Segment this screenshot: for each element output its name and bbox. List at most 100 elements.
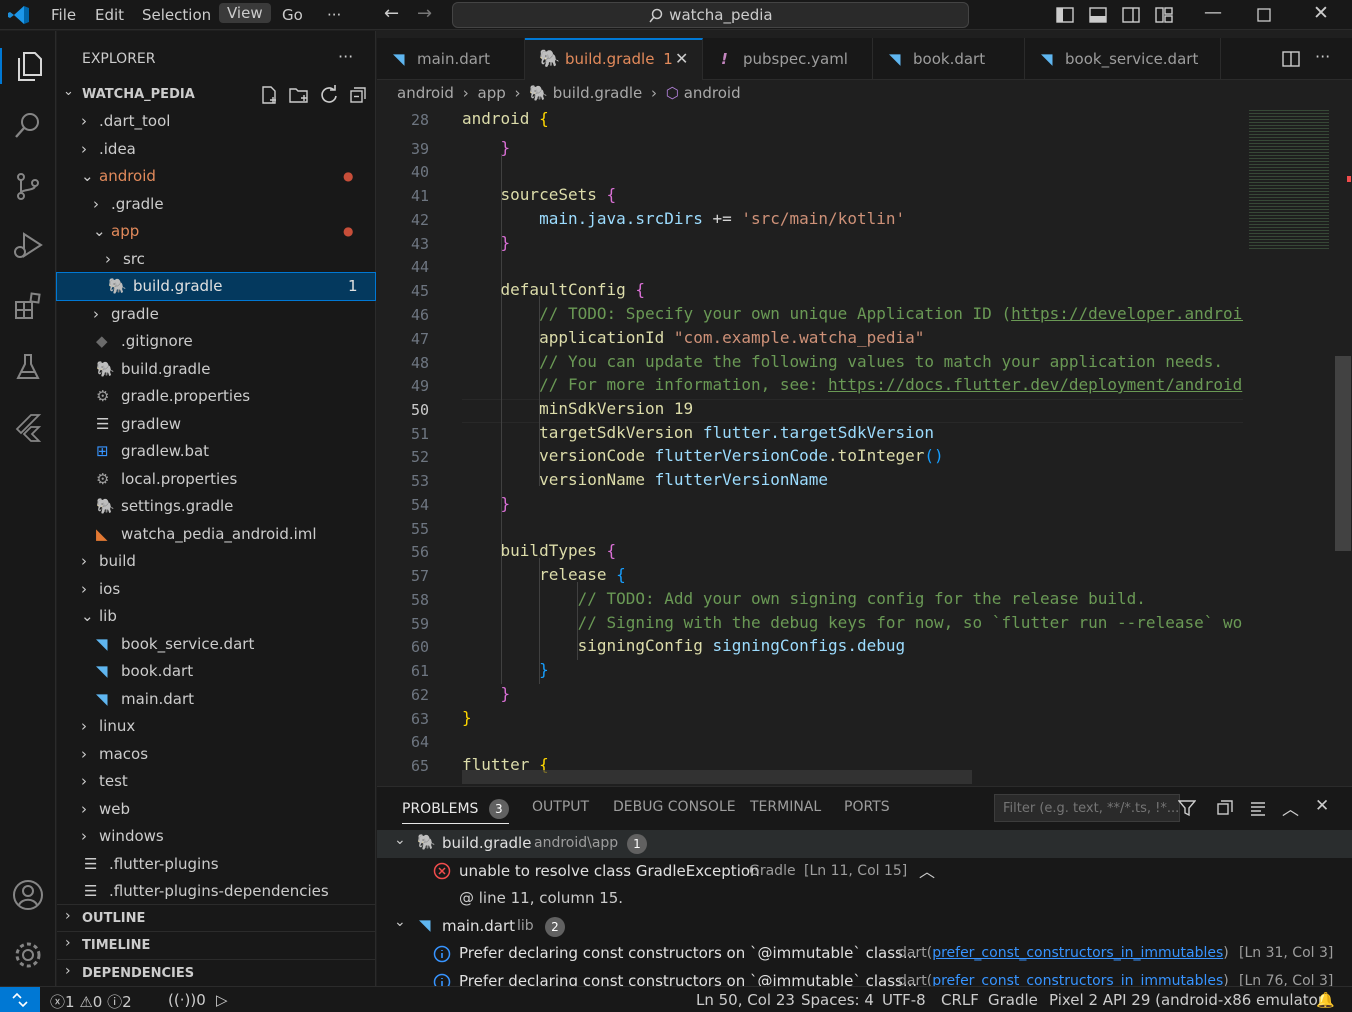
search-activity[interactable]: [10, 107, 46, 143]
forward-arrow-icon[interactable]: →: [417, 3, 432, 24]
manage-activity[interactable]: [10, 937, 46, 973]
file-item[interactable]: ⊞ gradlew.bat: [57, 438, 375, 465]
filter-icon[interactable]: [1178, 799, 1196, 817]
folder-item[interactable]: ⌄ lib: [57, 603, 375, 630]
run-debug-activity[interactable]: [10, 227, 46, 263]
folder-item[interactable]: › macos: [57, 741, 375, 768]
problem-group-main-dart[interactable]: ⌄ ◥ main.dart lib 2: [377, 913, 1352, 940]
rule-link[interactable]: prefer_const_constructors_in_immutables: [932, 973, 1223, 987]
tab-book-service-dart[interactable]: ◥ book_service.dart: [1025, 38, 1221, 80]
toggle-panel-icon[interactable]: [1089, 6, 1107, 24]
file-item[interactable]: 🐘 build.gradle 1: [56, 272, 376, 301]
folder-item[interactable]: › web: [57, 796, 375, 823]
file-item[interactable]: ☰ .flutter-plugins-dependencies: [57, 878, 375, 905]
tab-book-dart[interactable]: ◥ book.dart: [873, 38, 1025, 80]
indentation-status[interactable]: Spaces: 4: [801, 991, 874, 1009]
close-window-icon[interactable]: ✕: [1313, 2, 1329, 24]
dependencies-section-header[interactable]: › DEPENDENCIES: [57, 959, 375, 985]
tab-debug-console[interactable]: DEBUG CONSOLE: [613, 799, 736, 815]
menu-go[interactable]: Go: [282, 6, 303, 24]
folder-item[interactable]: › gradle: [57, 301, 375, 328]
file-item[interactable]: ⚙ local.properties: [57, 466, 375, 493]
debug-launch-icon[interactable]: ▷: [216, 991, 228, 1009]
link[interactable]: https://docs.flutter.dev/deployment/andr…: [828, 375, 1242, 394]
file-item[interactable]: 🐘 settings.gradle: [57, 493, 375, 520]
explorer-more-icon[interactable]: ···: [338, 47, 353, 66]
maximize-icon[interactable]: [1257, 8, 1271, 22]
command-center-search[interactable]: watcha_pedia: [452, 2, 969, 28]
collapse-all-icon[interactable]: [1216, 799, 1234, 817]
folder-item[interactable]: › windows: [57, 823, 375, 850]
folder-item[interactable]: ⌄ android ●: [57, 163, 375, 190]
breadcrumb-build-gradle[interactable]: build.gradle: [553, 84, 642, 102]
tab-problems[interactable]: PROBLEMS 3: [402, 799, 509, 824]
source-control-activity[interactable]: [10, 168, 46, 204]
tab-ports[interactable]: PORTS: [844, 799, 890, 815]
timeline-section-header[interactable]: › TIMELINE: [57, 931, 375, 957]
view-as-list-icon[interactable]: [1249, 799, 1267, 817]
problems-status[interactable]: ⓧ1 ⚠0 ⓘ2: [50, 991, 132, 1012]
file-item[interactable]: ◣ watcha_pedia_android.iml: [57, 521, 375, 548]
ports-status[interactable]: ((·))0: [168, 991, 206, 1009]
menu-file[interactable]: File: [51, 6, 76, 24]
file-item[interactable]: ☰ gradlew: [57, 411, 375, 438]
menu-edit[interactable]: Edit: [95, 6, 124, 24]
rule-link[interactable]: prefer_const_constructors_in_immutables: [932, 945, 1223, 961]
encoding-status[interactable]: UTF-8: [882, 991, 926, 1009]
editor-more-icon[interactable]: ···: [1315, 47, 1330, 66]
breadcrumb-android[interactable]: android: [397, 84, 454, 102]
device-status[interactable]: Pixel 2 API 29 (android-x86 emulator): [1049, 991, 1330, 1009]
new-folder-icon[interactable]: [288, 85, 310, 105]
folder-item[interactable]: › ios: [57, 576, 375, 603]
tab-terminal[interactable]: TERMINAL: [750, 799, 821, 815]
file-item[interactable]: ◆ .gitignore: [57, 328, 375, 355]
close-panel-icon[interactable]: ✕: [1315, 796, 1329, 816]
extensions-activity[interactable]: [10, 288, 46, 324]
customize-layout-icon[interactable]: [1155, 6, 1173, 24]
menu-selection[interactable]: Selection: [142, 6, 211, 24]
tab-build-gradle[interactable]: 🐘 build.gradle 1 ✕: [525, 38, 703, 80]
tab-main-dart[interactable]: ◥ main.dart: [377, 38, 525, 80]
toggle-secondary-sidebar-icon[interactable]: [1122, 6, 1140, 24]
breadcrumb-android-symbol[interactable]: android: [684, 84, 741, 102]
file-item[interactable]: 🐘 build.gradle: [57, 356, 375, 383]
refresh-icon[interactable]: [319, 85, 339, 105]
menu-view[interactable]: View: [219, 3, 271, 23]
folder-item[interactable]: › .gradle: [57, 191, 375, 218]
toggle-primary-sidebar-icon[interactable]: [1056, 6, 1074, 24]
code-editor[interactable]: 28 39 40 41 42 43 44 45 46 47 48 49 50 51 52 53 54 55 56 57…: [377, 106, 1243, 784]
file-item[interactable]: ◥ book.dart: [57, 658, 375, 685]
vertical-scrollbar-thumb[interactable]: [1335, 356, 1351, 551]
close-tab-icon[interactable]: ✕: [675, 40, 688, 78]
problem-info-row[interactable]: Prefer declaring const constructors on `…: [377, 940, 1352, 967]
tab-pubspec-yaml[interactable]: ! pubspec.yaml: [703, 38, 873, 80]
tab-output[interactable]: OUTPUT: [532, 799, 589, 815]
remote-indicator[interactable]: [0, 987, 40, 1012]
cursor-position[interactable]: Ln 50, Col 23: [696, 991, 795, 1009]
problem-info-row[interactable]: Prefer declaring const constructors on `…: [377, 968, 1352, 987]
folder-item[interactable]: › .idea: [57, 136, 375, 163]
problem-group-build-gradle[interactable]: ⌄ 🐘 build.gradle android\app 1: [377, 830, 1352, 858]
maximize-panel-icon[interactable]: ︿: [1282, 795, 1299, 820]
file-item[interactable]: ◥ book_service.dart: [57, 631, 375, 658]
outline-section-header[interactable]: › OUTLINE: [57, 904, 375, 930]
breadcrumb-app[interactable]: app: [478, 84, 506, 102]
split-editor-icon[interactable]: [1282, 50, 1300, 68]
minimize-icon[interactable]: —: [1204, 2, 1222, 23]
eol-status[interactable]: CRLF: [941, 991, 979, 1009]
menu-more[interactable]: ···: [327, 6, 341, 24]
file-item[interactable]: ◥ main.dart: [57, 686, 375, 713]
language-status[interactable]: Gradle: [988, 991, 1038, 1009]
testing-activity[interactable]: [10, 349, 46, 385]
problems-filter-input[interactable]: [994, 794, 1180, 822]
collapse-detail-icon[interactable]: ︿: [919, 858, 935, 882]
link[interactable]: https://developer.android: [1011, 304, 1243, 323]
folder-item[interactable]: › src: [57, 246, 375, 273]
folder-item[interactable]: › build: [57, 548, 375, 575]
flutter-activity[interactable]: [10, 409, 46, 445]
folder-item[interactable]: › .dart_tool: [57, 108, 375, 135]
accounts-activity[interactable]: [10, 877, 46, 913]
folder-item[interactable]: › linux: [57, 713, 375, 740]
workspace-root-header[interactable]: ⌄ WATCHA_PEDIA: [57, 81, 375, 107]
explorer-activity[interactable]: [0, 48, 56, 84]
